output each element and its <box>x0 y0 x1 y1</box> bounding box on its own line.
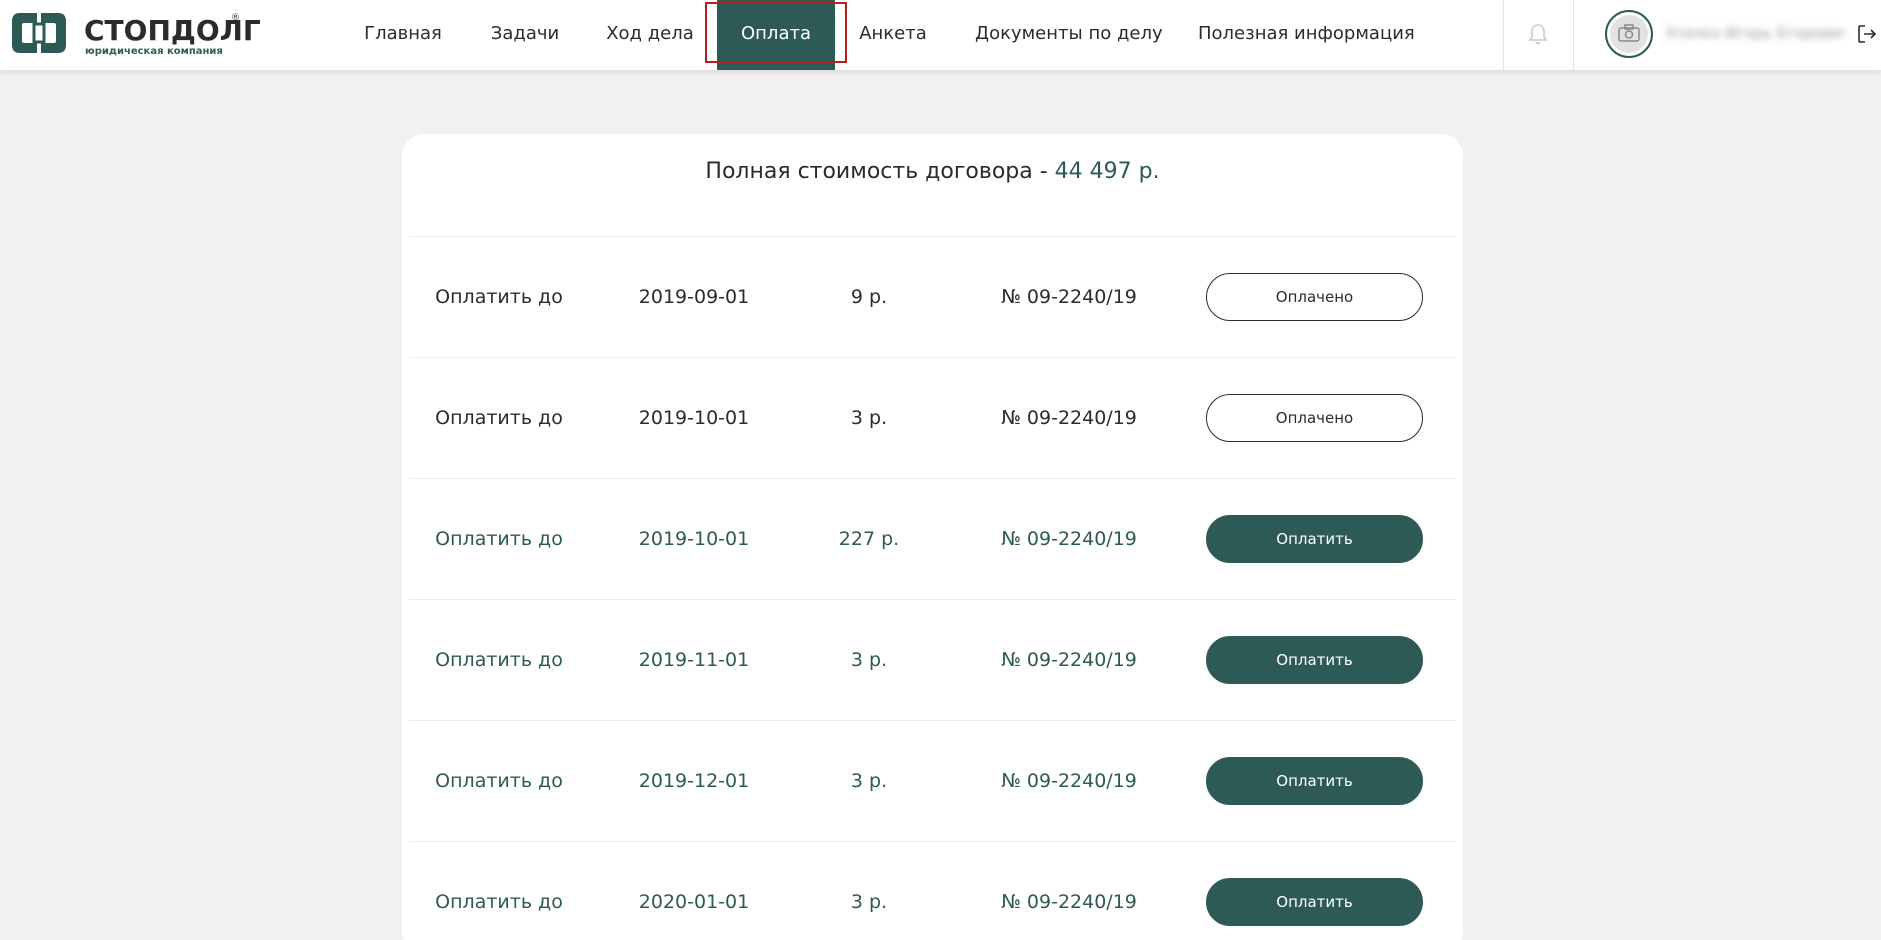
payment-amount: 3 р. <box>850 407 888 429</box>
payment-due-label: Оплатить до <box>435 286 563 308</box>
payment-date: 2019-12-01 <box>638 770 750 792</box>
paid-status-button[interactable]: Оплачено <box>1206 394 1423 442</box>
brand-tagline: юридическая компания <box>85 46 223 57</box>
payment-row: Оплатить до 2019-10-01 227 р. № 09-2240/… <box>409 478 1456 599</box>
payment-amount: 3 р. <box>850 891 888 913</box>
payment-row: Оплатить до 2019-09-01 9 р. № 09-2240/19… <box>409 236 1456 357</box>
nav-item-questionnaire[interactable]: Анкета <box>855 0 931 70</box>
payment-date: 2019-11-01 <box>638 649 750 671</box>
pay-button[interactable]: Оплатить <box>1206 636 1423 684</box>
nav-item-tasks[interactable]: Задачи <box>482 0 568 70</box>
payment-date: 2020-01-01 <box>638 891 750 913</box>
bell-icon[interactable] <box>1527 22 1549 46</box>
contract-total-amount: 44 497 р. <box>1054 159 1160 184</box>
nav-item-home[interactable]: Главная <box>354 0 452 70</box>
payment-date: 2019-10-01 <box>638 528 750 550</box>
payment-date: 2019-09-01 <box>638 286 750 308</box>
camera-icon <box>1618 24 1640 42</box>
nav-item-useful-info[interactable]: Полезная информация <box>1198 0 1415 70</box>
pay-button[interactable]: Оплатить <box>1206 757 1423 805</box>
pay-button[interactable]: Оплатить <box>1206 878 1423 926</box>
contract-number: № 09-2240/19 <box>1001 528 1137 550</box>
payment-amount: 9 р. <box>850 286 888 308</box>
header-divider <box>1503 0 1504 70</box>
pay-button[interactable]: Оплатить <box>1206 515 1423 563</box>
paid-status-button[interactable]: Оплачено <box>1206 273 1423 321</box>
user-avatar[interactable] <box>1605 10 1653 58</box>
payment-schedule-card: Полная стоимость договора - 44 497 р. Оп… <box>402 134 1463 940</box>
payment-due-label: Оплатить до <box>435 891 563 913</box>
logout-icon[interactable] <box>1857 24 1877 44</box>
contract-total: Полная стоимость договора - 44 497 р. <box>402 159 1463 184</box>
avatar-placeholder <box>1610 15 1648 53</box>
contract-number: № 09-2240/19 <box>1001 891 1137 913</box>
nav-item-case-documents[interactable]: Документы по делу <box>975 0 1163 70</box>
contract-number: № 09-2240/19 <box>1001 649 1137 671</box>
payment-row: Оплатить до 2019-10-01 3 р. № 09-2240/19… <box>409 357 1456 478</box>
top-header: СТОПДОЛГ ® юридическая компания Главная … <box>0 0 1881 70</box>
nav-item-case-progress[interactable]: Ход дела <box>602 0 698 70</box>
payment-row: Оплатить до 2020-01-01 3 р. № 09-2240/19… <box>409 841 1456 940</box>
payment-amount: 3 р. <box>850 649 888 671</box>
payment-due-label: Оплатить до <box>435 649 563 671</box>
payment-amount: 227 р. <box>838 528 900 550</box>
contract-number: № 09-2240/19 <box>1001 286 1137 308</box>
contract-number: № 09-2240/19 <box>1001 407 1137 429</box>
payment-due-label: Оплатить до <box>435 528 563 550</box>
payment-date: 2019-10-01 <box>638 407 750 429</box>
contract-total-label: Полная стоимость договора - <box>705 159 1055 184</box>
contract-number: № 09-2240/19 <box>1001 770 1137 792</box>
user-name[interactable]: Усенко Игорь Егорович <box>1666 24 1846 44</box>
header-divider <box>1573 0 1574 70</box>
payment-row: Оплатить до 2019-12-01 3 р. № 09-2240/19… <box>409 720 1456 841</box>
payment-amount: 3 р. <box>850 770 888 792</box>
stopdolg-logo-icon <box>12 13 66 53</box>
payment-due-label: Оплатить до <box>435 770 563 792</box>
nav-item-payment[interactable]: Оплата <box>717 0 835 70</box>
registered-mark: ® <box>231 13 240 23</box>
payment-due-label: Оплатить до <box>435 407 563 429</box>
brand-logo[interactable]: СТОПДОЛГ ® юридическая компания <box>10 10 261 57</box>
payment-row: Оплатить до 2019-11-01 3 р. № 09-2240/19… <box>409 599 1456 720</box>
